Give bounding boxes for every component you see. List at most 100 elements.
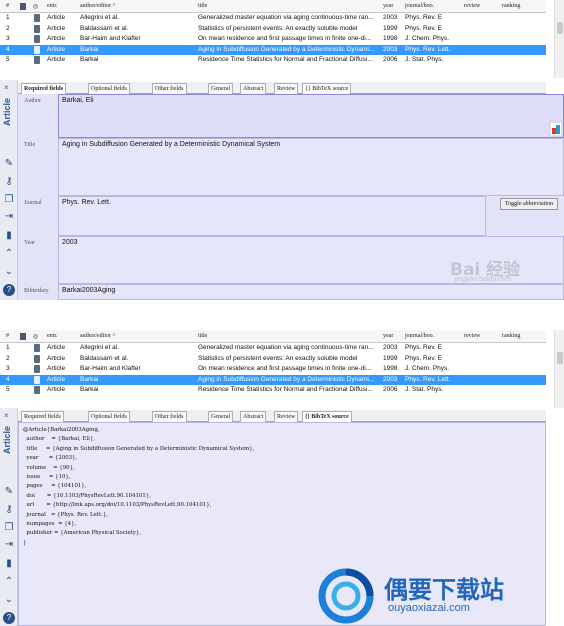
tab-bibtex-source[interactable]: {} BibTeX source — [302, 411, 352, 422]
table-row[interactable]: 1 Article Allegrini et al. Generalized mast… — [0, 343, 546, 354]
baidu-watermark-url: jingyan.baidu.com — [455, 276, 512, 283]
toggle-abbreviation-button[interactable]: Toggle abbreviation — [499, 198, 558, 210]
article-file-icon — [34, 354, 40, 363]
bibtex-line: publisher = {American Physical Society}, — [23, 530, 142, 537]
col-ranking[interactable]: ranking — [502, 3, 520, 9]
cell-num: 4 — [6, 375, 10, 383]
cell-author: Barkai — [80, 56, 99, 63]
file-col-icon[interactable] — [20, 3, 26, 10]
cell-title: Aging in Subdiffusion Generated by a Det… — [198, 375, 375, 383]
journal-input[interactable]: Phys. Rev. Lett. — [58, 196, 486, 236]
cell-type: Article — [47, 24, 66, 32]
chevron-down-icon[interactable]: ⌄ — [3, 594, 15, 606]
tab-abstract[interactable]: Abstract — [240, 411, 267, 422]
author-label: Author — [24, 98, 41, 104]
bibtex-line: title = {Aging in Subdiffusion Generated… — [23, 445, 255, 452]
delete-icon[interactable]: ▮ — [3, 230, 15, 242]
cell-author: Baldassarri et al. — [80, 354, 129, 362]
table-row[interactable]: 4 Article Barkai Aging in Subdiffusion Gene… — [0, 374, 546, 385]
import-icon[interactable]: ⇥ — [3, 211, 15, 223]
panel-separator — [0, 300, 564, 330]
cell-year: 1999 — [383, 24, 398, 32]
cell-type: Article — [47, 354, 66, 362]
delete-icon[interactable]: ▮ — [3, 558, 15, 570]
pencil-icon[interactable]: ✎ — [3, 158, 15, 170]
col-num[interactable]: # — [6, 333, 9, 339]
chevron-up-icon[interactable]: ⌃ — [3, 248, 15, 260]
bibtexkey-input[interactable]: Barkai2003Aging — [58, 284, 564, 300]
table-row[interactable]: 3 Article Bar-Haim and Klafter On mean resi… — [0, 364, 546, 375]
tab-general[interactable]: General — [208, 411, 233, 422]
tab-bibtex-source[interactable]: {} BibTeX source — [302, 83, 352, 94]
col-author[interactable]: author/editor ^ — [80, 3, 115, 9]
title-input[interactable]: Aging in Subdiffusion Generated by a Det… — [58, 138, 564, 196]
help-icon[interactable]: ? — [3, 612, 15, 624]
col-title[interactable]: title — [198, 3, 207, 9]
table-row[interactable]: 4 Article Barkai Aging in Subdiffusion Gene… — [0, 44, 546, 55]
cell-year: 2006 — [383, 386, 398, 393]
key-icon[interactable]: ⚷ — [3, 504, 15, 516]
tab-required-fields[interactable]: Required fields — [21, 83, 67, 94]
copy-icon[interactable]: ❐ — [3, 522, 15, 534]
sidebar-entry-type: Article — [2, 98, 12, 127]
cell-journal: Phys. Rev. E — [405, 24, 443, 32]
cell-year: 2006 — [383, 56, 398, 63]
cell-type: Article — [47, 56, 66, 63]
field-journal: Journal Phys. Rev. Lett. Toggle abbrevia… — [18, 196, 564, 236]
copy-icon[interactable]: ❐ — [3, 194, 15, 206]
col-author[interactable]: author/editor ^ — [80, 333, 115, 339]
site-watermark: 偶要下载站 ouyaoxiazai.com — [316, 566, 504, 626]
table-row[interactable]: 3 Article Bar-Haim and Klafter On mean resi… — [0, 34, 546, 45]
chevron-down-icon[interactable]: ⌄ — [3, 266, 15, 278]
col-journal[interactable]: journal/boo. — [405, 3, 434, 9]
globe-col-icon[interactable]: ◎ — [33, 3, 38, 10]
bibtex-line: url = {http://link.aps.org/doi/10.1103/P… — [23, 502, 212, 509]
tab-review[interactable]: Review — [274, 83, 299, 94]
import-icon[interactable]: ⇥ — [3, 539, 15, 551]
article-file-icon — [34, 344, 40, 352]
col-year[interactable]: year — [383, 333, 393, 339]
tab-general[interactable]: General — [208, 83, 233, 94]
table-row[interactable]: 5 Article Barkai Residence Time Statistics … — [0, 385, 546, 396]
table-row[interactable]: 2 Article Baldassarri et al. Statistics of … — [0, 24, 546, 35]
cell-author: Barkai — [80, 45, 99, 53]
chevron-up-icon[interactable]: ⌃ — [3, 576, 15, 588]
col-review[interactable]: review — [464, 3, 480, 9]
close-icon[interactable]: × — [4, 83, 9, 92]
cell-author: Bar-Haim and Klafter — [80, 365, 141, 372]
col-num[interactable]: # — [6, 3, 9, 9]
table-row[interactable]: 2 Article Baldassarri et al. Statistics of … — [0, 354, 546, 365]
tab-other-fields[interactable]: Other fields — [152, 411, 187, 422]
col-year[interactable]: year — [383, 3, 393, 9]
key-icon[interactable]: ⚷ — [3, 176, 15, 188]
cell-journal: Phys. Rev. Lett. — [405, 375, 451, 383]
table-scrollbar[interactable] — [554, 330, 564, 408]
col-journal[interactable]: journal/boo. — [405, 333, 434, 339]
author-input[interactable]: Barkai, Eli — [58, 94, 564, 138]
col-ranking[interactable]: ranking — [502, 333, 520, 339]
pencil-icon[interactable]: ✎ — [3, 486, 15, 498]
close-icon[interactable]: × — [4, 411, 9, 420]
tab-required-fields[interactable]: Required fields — [21, 411, 64, 422]
cell-title: On mean residence and first passage time… — [198, 35, 372, 42]
tab-optional-fields[interactable]: Optional fields — [88, 83, 130, 94]
cell-num: 2 — [6, 354, 10, 362]
table-row[interactable]: 1 Article Allegrini et al. Generalized mast… — [0, 13, 546, 24]
tab-abstract[interactable]: Abstract — [240, 83, 267, 94]
help-icon[interactable]: ? — [3, 284, 15, 296]
article-file-icon — [34, 375, 40, 384]
tab-optional-fields[interactable]: Optional fields — [88, 411, 130, 422]
tab-review[interactable]: Review — [274, 411, 299, 422]
col-entry[interactable]: entr. — [47, 3, 58, 9]
file-col-icon[interactable] — [20, 333, 26, 340]
globe-col-icon[interactable]: ◎ — [33, 333, 38, 340]
cell-title: Aging in Subdiffusion Generated by a Det… — [198, 45, 375, 53]
table-row[interactable]: 5 Article Barkai Residence Time Statistics … — [0, 55, 546, 66]
cell-title: Residence Time Statistics for Normal and… — [198, 56, 373, 63]
col-review[interactable]: review — [464, 333, 480, 339]
col-title[interactable]: title — [198, 333, 207, 339]
tab-other-fields[interactable]: Other fields — [152, 83, 187, 94]
article-file-icon — [34, 45, 40, 54]
col-entry[interactable]: entr. — [47, 333, 58, 339]
table-scrollbar[interactable] — [554, 0, 564, 78]
